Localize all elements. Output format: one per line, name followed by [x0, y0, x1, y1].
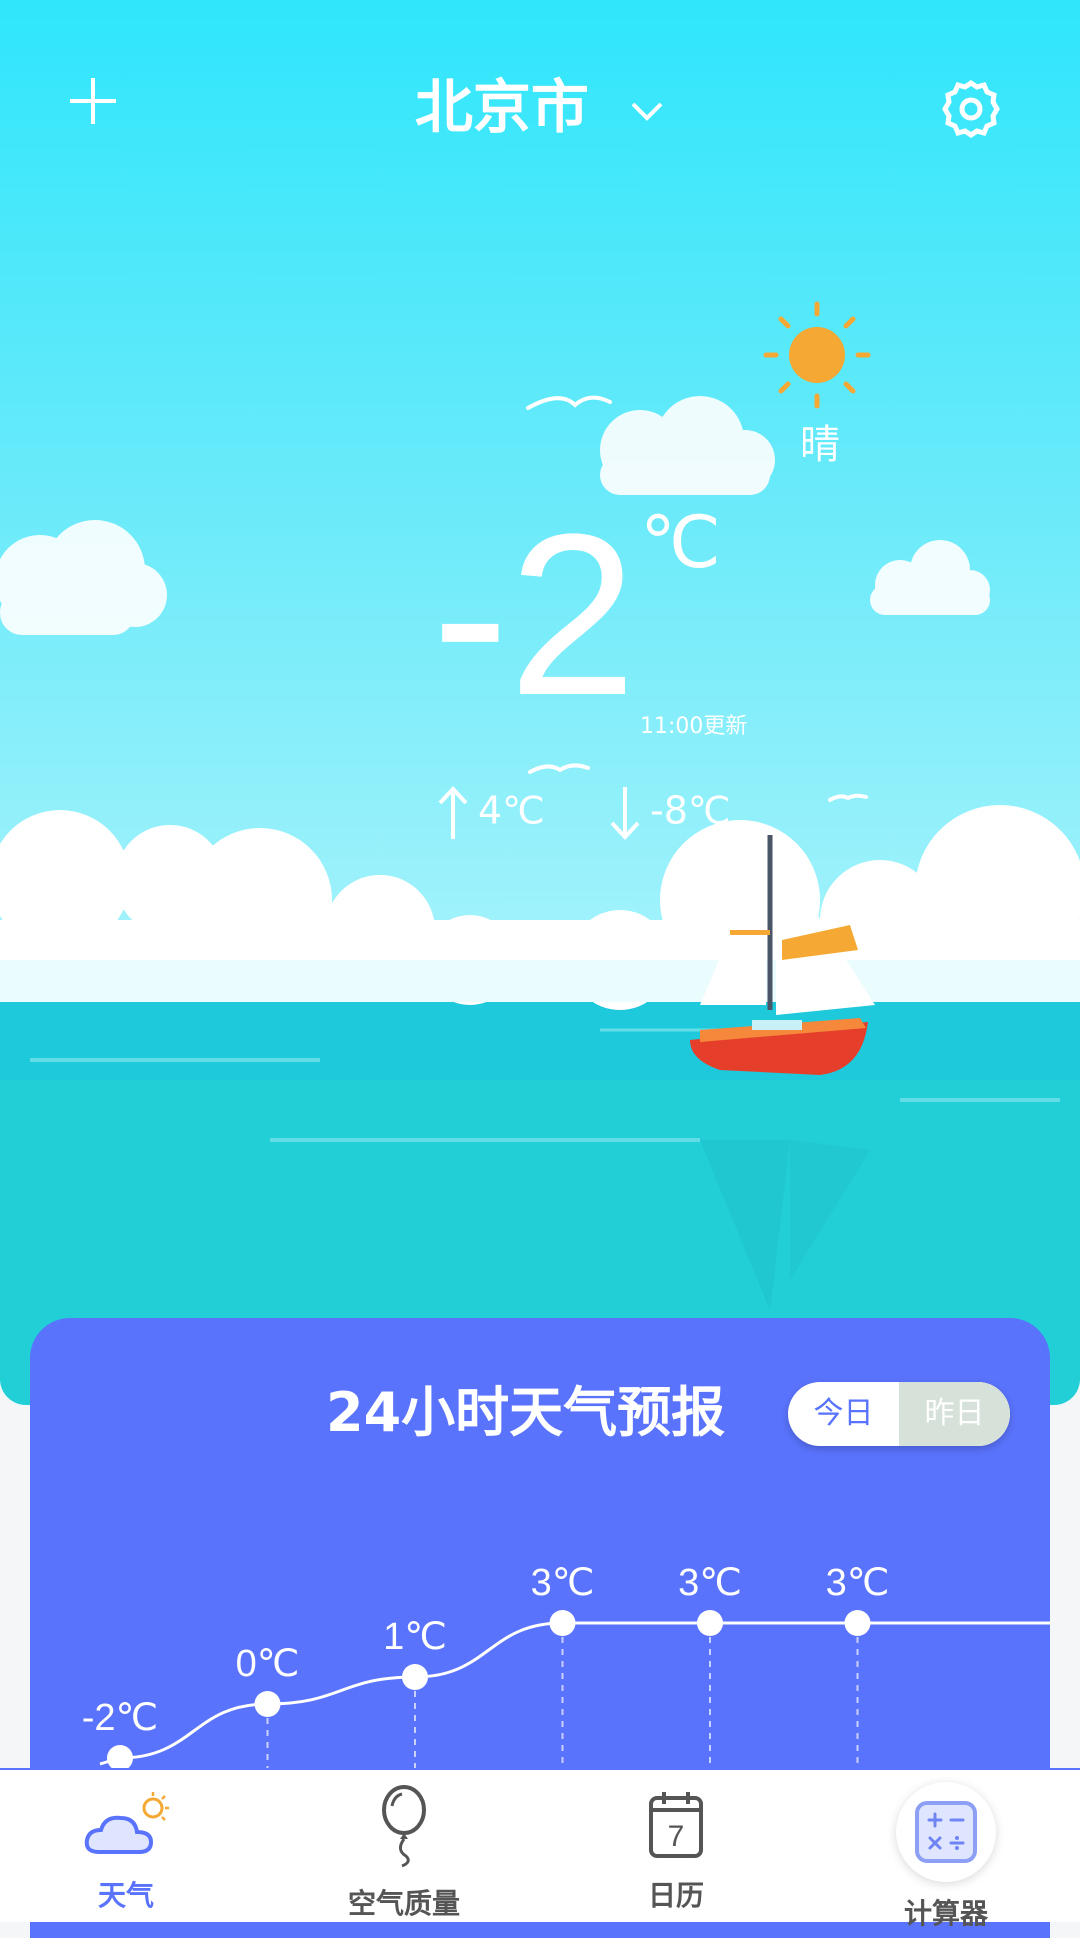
nav-item-air-quality[interactable]: 空气质量	[304, 1770, 504, 1922]
weather-icon	[84, 1792, 169, 1854]
top-bar: 北京市	[0, 0, 1080, 210]
temperature-label: 3℃	[678, 1562, 742, 1604]
high-temperature: 4℃	[436, 785, 545, 841]
nav-label: 计算器	[903, 1897, 988, 1930]
temperature-point	[549, 1610, 576, 1636]
city-selector[interactable]: 北京市	[0, 60, 1080, 144]
arrow-down-icon	[610, 787, 640, 840]
high-temp-value: 4℃	[478, 788, 545, 833]
sunny-icon	[763, 301, 871, 409]
city-name: 北京市	[414, 73, 589, 141]
update-time: 11:00更新	[640, 714, 748, 739]
balloon-icon	[382, 1785, 426, 1868]
arrow-up-icon	[438, 786, 468, 839]
temperature-point	[402, 1664, 428, 1690]
temperature-point	[844, 1610, 871, 1636]
temperature-label: -2℃	[82, 1697, 158, 1739]
temperature-unit: ℃	[640, 500, 721, 584]
calendar-icon: 7	[649, 1792, 703, 1858]
bottom-navigation: 天气 空气质量 7 日历 计算器	[0, 1768, 1080, 1930]
gear-icon[interactable]	[940, 78, 1002, 140]
temperature-label: 0℃	[236, 1643, 300, 1685]
calculator-icon	[915, 1801, 977, 1863]
nav-label: 日历	[647, 1879, 704, 1912]
calendar-day: 7	[668, 1820, 685, 1853]
temperature-label: 3℃	[826, 1562, 890, 1604]
weather-condition: 晴	[800, 422, 840, 468]
nav-item-calculator[interactable]: 计算器	[846, 1770, 1046, 1930]
temperature-point	[254, 1691, 281, 1717]
low-temp-value: -8℃	[650, 788, 731, 833]
nav-label: 天气	[97, 1879, 154, 1912]
nav-item-weather[interactable]: 天气	[26, 1770, 226, 1922]
chevron-down-icon	[631, 102, 663, 121]
low-temperature: -8℃	[608, 785, 731, 841]
weather-hero: 北京市 晴 -2 ℃ 11:00更新 4℃ -8℃	[0, 0, 1080, 1405]
temperature-label: 1℃	[383, 1616, 447, 1658]
temperature-point	[697, 1610, 723, 1636]
nav-label: 空气质量	[347, 1887, 460, 1920]
nav-item-calendar[interactable]: 7 日历	[576, 1770, 776, 1922]
temperature-label: 3℃	[531, 1562, 595, 1604]
current-temperature: -2	[432, 486, 637, 743]
